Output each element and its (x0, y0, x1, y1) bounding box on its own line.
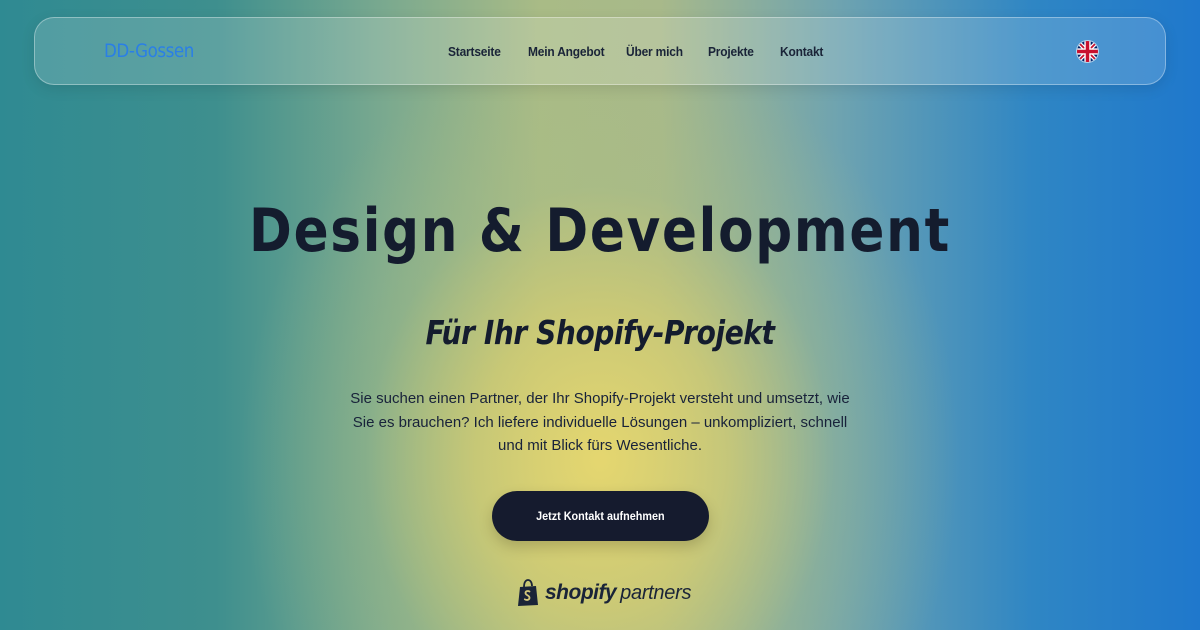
nav-item-startseite[interactable]: Startseite (448, 44, 501, 59)
nav-item-kontakt[interactable]: Kontakt (780, 44, 823, 59)
partners-wordmark: partners (620, 581, 692, 604)
hero-headline: Design & Development (249, 196, 951, 266)
navbar: DD-Gossen Startseite Mein Angebot Über m… (34, 17, 1166, 85)
hero-subheadline: Für Ihr Shopify-Projekt (425, 313, 775, 352)
contact-cta-label: Jetzt Kontakt aufnehmen (536, 509, 665, 523)
shopify-bag-icon (518, 579, 538, 606)
nav-item-mein-angebot[interactable]: Mein Angebot (528, 44, 605, 59)
contact-cta-button[interactable]: Jetzt Kontakt aufnehmen (492, 491, 709, 541)
shopify-partners-badge: shopify partners (516, 577, 691, 609)
nav-item-ueber-mich[interactable]: Über mich (626, 44, 683, 59)
nav-item-projekte[interactable]: Projekte (708, 44, 754, 59)
uk-flag-icon[interactable] (1077, 41, 1098, 62)
main-nav: Startseite Mein Angebot Über mich Projek… (35, 44, 1165, 64)
hero-intro-text: Sie suchen einen Partner, der Ihr Shopif… (350, 390, 850, 454)
shopify-wordmark: shopify (545, 581, 617, 604)
